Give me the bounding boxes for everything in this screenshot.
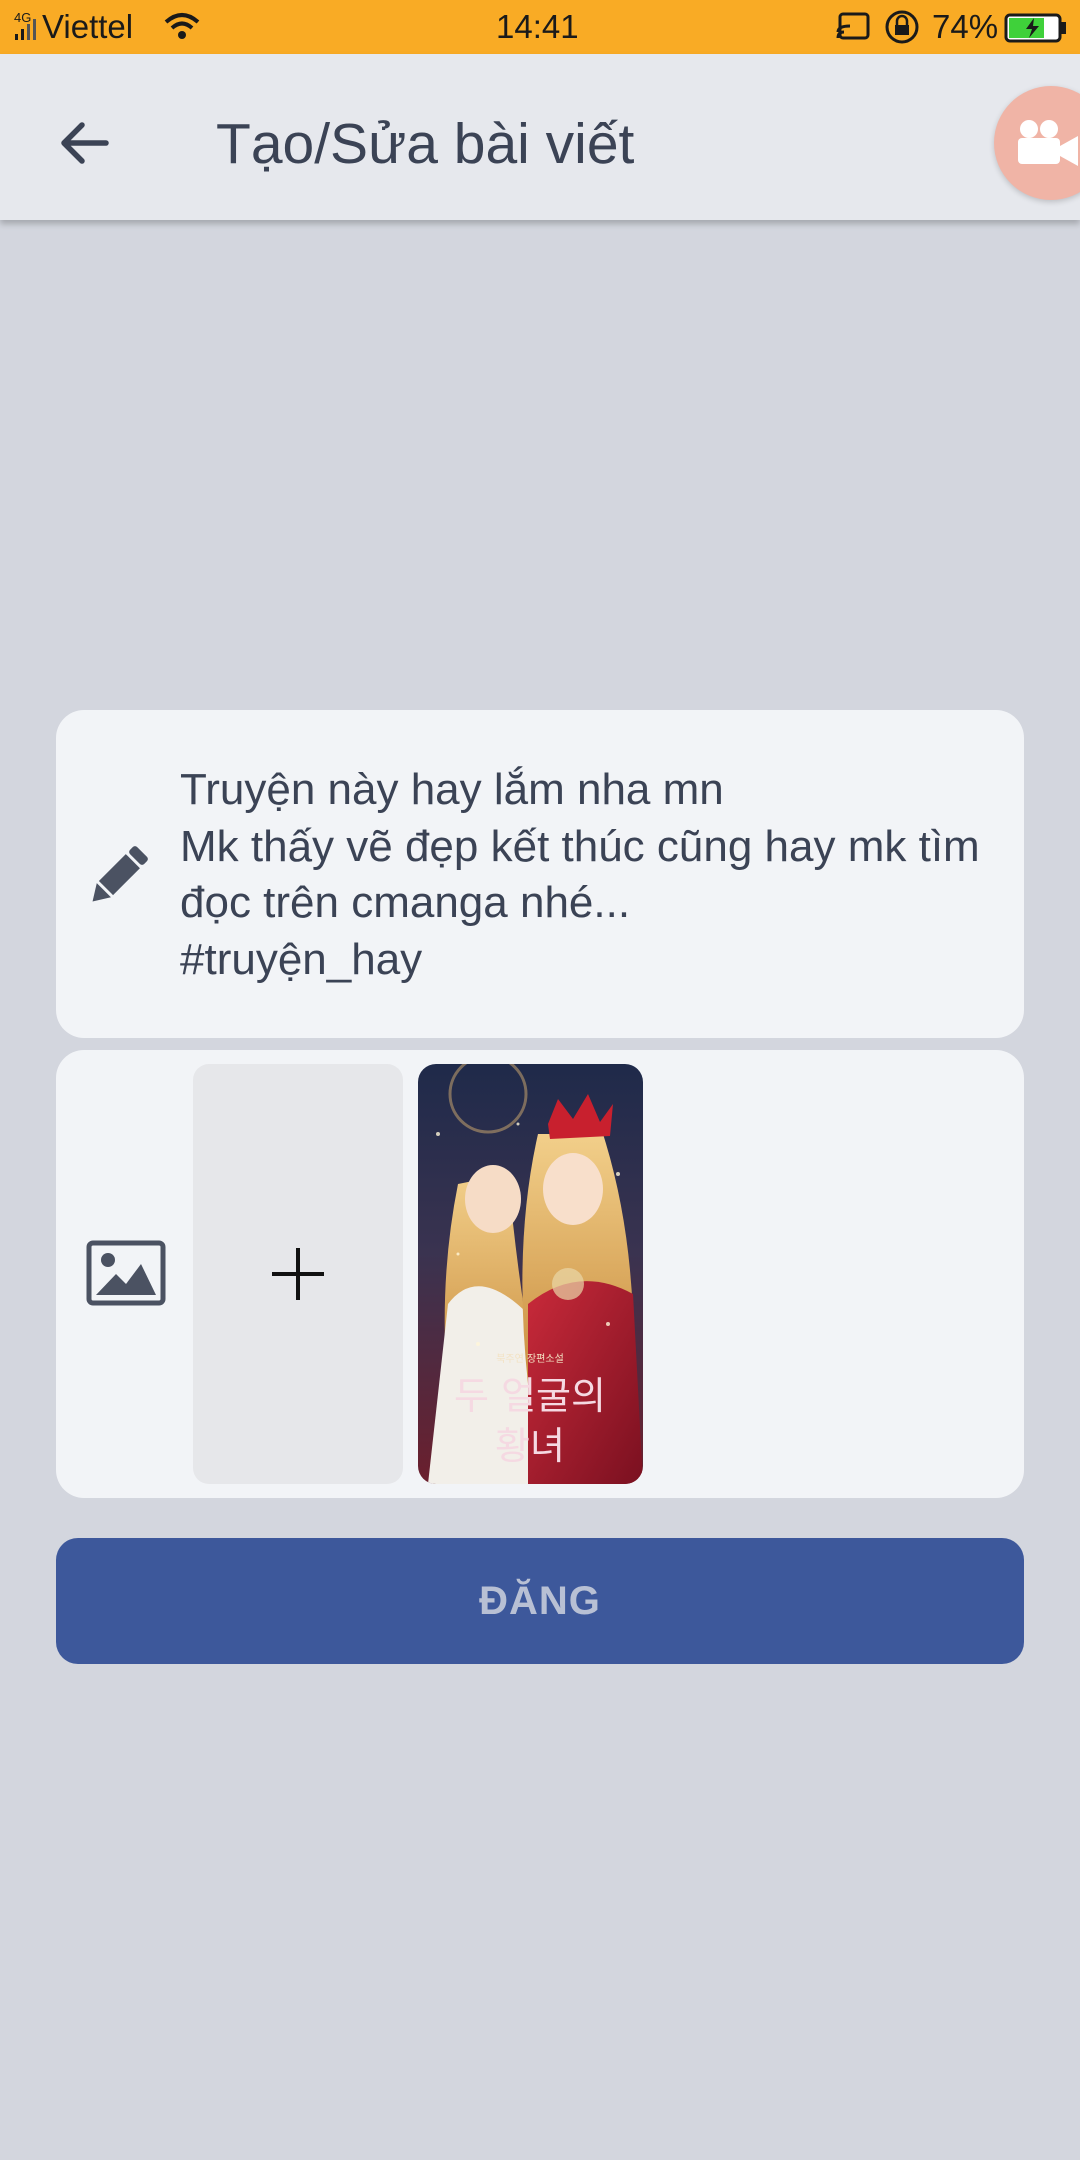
media-card: 북주연 장편소설 두 얼굴의 황녀 bbox=[56, 1050, 1024, 1498]
plus-icon bbox=[272, 1248, 324, 1300]
pencil-icon bbox=[92, 846, 148, 902]
post-text-card: Truyện này hay lắm nha mn Mk thấy vẽ đẹp… bbox=[56, 710, 1024, 1038]
post-submit-button[interactable]: ĐĂNG bbox=[56, 1538, 1024, 1664]
post-text-input[interactable]: Truyện này hay lắm nha mn Mk thấy vẽ đẹp… bbox=[180, 762, 1000, 988]
cast-icon bbox=[834, 0, 872, 54]
back-button[interactable] bbox=[44, 108, 124, 178]
manga-cover-image: 북주연 장편소설 두 얼굴의 황녀 bbox=[418, 1064, 643, 1484]
network-type: 4G bbox=[14, 10, 31, 25]
battery-percent: 74% bbox=[932, 8, 999, 45]
signal-icon: 4G bbox=[12, 0, 40, 54]
carrier-name: Viettel bbox=[42, 8, 134, 45]
cover-title-line2: 황녀 bbox=[495, 1424, 565, 1468]
cover-subtitle: 북주연 장편소설 bbox=[496, 1353, 564, 1365]
status-bar: 4G Viettel 14:41 74% bbox=[0, 0, 1080, 54]
attached-image-thumbnail[interactable]: 북주연 장편소설 두 얼굴의 황녀 bbox=[418, 1064, 643, 1484]
arrow-left-icon bbox=[61, 122, 109, 164]
battery-icon bbox=[1004, 0, 1068, 54]
rotation-lock-icon bbox=[882, 0, 922, 54]
app-bar: Tạo/Sửa bài viết bbox=[0, 54, 1080, 220]
cover-title-line1: 두 얼굴의 bbox=[454, 1374, 606, 1418]
add-image-button[interactable] bbox=[193, 1064, 403, 1484]
clock: 14:41 bbox=[496, 8, 579, 45]
video-call-button[interactable] bbox=[994, 86, 1080, 200]
video-camera-icon bbox=[1018, 120, 1078, 166]
image-icon bbox=[86, 1240, 166, 1306]
wifi-icon bbox=[162, 0, 202, 54]
page-title: Tạo/Sửa bài viết bbox=[216, 112, 635, 176]
